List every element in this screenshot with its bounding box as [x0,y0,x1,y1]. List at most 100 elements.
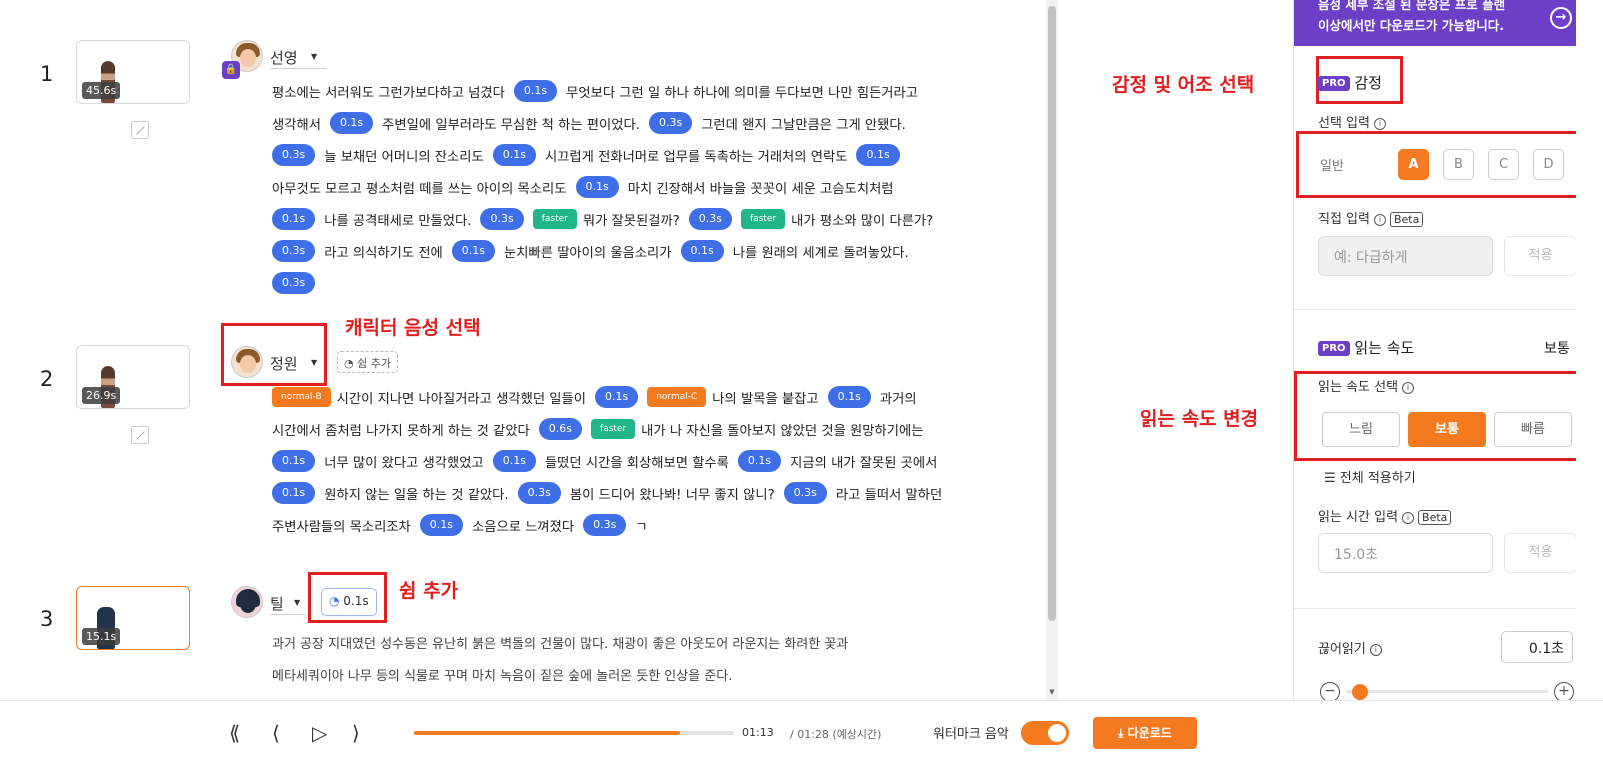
select-input-label: 선택 입력 i [1318,112,1386,131]
block-index: 2 [40,367,54,391]
speaker-name[interactable]: 선영 [270,47,298,68]
text-line[interactable]: 0.1s 나를 공격태세로 만들었다. 0.3s faster 뭐가 잘못된걸까? 0.3… [272,208,942,236]
emotion-title: PRO 감정 [1318,72,1382,93]
edit-thumbnail-icon[interactable] [131,426,149,444]
text-line[interactable]: 과거 공장 지대였던 성수동은 유난히 붉은 벽돌의 건물이 많다. 채광이 좋… [272,633,848,652]
pause-chip[interactable]: 0.3s [272,272,316,294]
text-line[interactable]: 생각해서 0.1s 주변일에 일부러라도 무심한 척 하는 편이었다. 0.3s 그런데… [272,112,915,140]
arrow-right-icon[interactable]: → [1550,7,1572,29]
pause-chip[interactable]: 0.3s [688,208,733,230]
pause-chip[interactable]: 0.1s [272,450,316,472]
plus-icon[interactable]: + [1554,682,1574,700]
pause-chip[interactable]: 0.3s [648,112,693,134]
apply-emotion-button[interactable]: 적용 [1504,236,1576,276]
pause-chip[interactable]: 0.1s [737,450,782,472]
speed-title: PRO 읽는 속도 [1318,337,1414,358]
speed-tag[interactable]: faster [741,209,786,229]
playback-progress[interactable] [414,731,734,735]
info-icon[interactable]: i [1402,381,1415,394]
pause-chip[interactable]: 0.1s [594,386,639,408]
sentence-text: 무엇보다 그런 일 하나 하나에 의미를 두다보면 나만 힘든거라고 [566,85,918,101]
text-line[interactable]: 0.3s 늘 보채던 어머니의 잔소리도 0.1s 시끄럽게 전화너머로 업무를 독촉… [272,144,909,172]
speed-tag[interactable]: faster [532,209,577,229]
pause-chip[interactable]: 0.3s [272,240,316,262]
info-icon[interactable]: i [1373,117,1386,130]
sentence-text: 내가 나 자신을 돌아보지 않았던 것을 원망하기에는 [641,423,924,439]
scroll-down-icon[interactable]: ▼ [1046,688,1058,696]
text-line[interactable]: 주변사람들의 목소리조차 0.1s 소음으로 느껴졌다 0.3s ㄱ [272,514,657,542]
pause-chip[interactable]: 0.3s [783,482,827,504]
character-thumbnail[interactable]: 15.1s [76,586,190,650]
pause-chip[interactable]: 0.1s [272,208,316,230]
apply-all-button[interactable]: ☰ 전체 적용하기 [1324,467,1416,486]
edit-thumbnail-icon[interactable] [131,121,149,139]
play-icon[interactable]: ▷ [312,721,327,745]
pause-chip[interactable]: 0.3s [480,208,524,230]
watermark-toggle[interactable] [1021,721,1069,745]
emotion-option-c[interactable]: C [1488,149,1519,180]
text-line[interactable]: 0.3s 라고 의식하기도 전에 0.1s 눈치빠른 딸아이의 울음소리가 0.1s 나를… [272,240,918,268]
pro-plan-banner[interactable]: 음성 세부 조절 된 문장은 프로 플랜 이상에서만 다운로드가 가능합니다. … [1294,0,1576,46]
voice-style-tag[interactable]: normal-B [272,387,331,407]
next-icon[interactable]: ⟩ [352,721,360,745]
pause-chip[interactable]: 0.6s [538,418,583,440]
minus-icon[interactable]: − [1320,682,1340,700]
emotion-option-d[interactable]: D [1533,149,1564,180]
scroll-thumb[interactable] [1048,6,1056,621]
voice-style-tag[interactable]: normal-C [647,387,707,407]
pause-chip[interactable]: 0.3s [517,482,561,504]
pause-value-input[interactable]: 0.1초 [1501,631,1573,663]
speed-slow-button[interactable]: 느림 [1322,412,1400,447]
duration-badge: 26.9s [82,387,121,404]
speed-tag[interactable]: faster [591,419,636,439]
text-line[interactable]: 시간에서 좀처럼 나가지 못하게 하는 것 같았다 0.6s faster 내가 나 … [272,418,932,446]
rest-add-highlight [308,572,387,623]
speed-fast-button[interactable]: 빠름 [1494,412,1572,447]
pause-chip[interactable]: 0.1s [451,240,496,262]
pause-chip[interactable]: 0.1s [492,144,536,166]
pause-chip[interactable]: 0.1s [513,80,558,102]
pause-chip[interactable]: 0.1s [827,386,871,408]
pause-chip[interactable]: 0.3s [583,514,627,536]
previous-icon[interactable]: ⟨ [272,721,280,745]
speed-normal-button[interactable]: 보통 [1408,412,1486,447]
read-time-input[interactable]: 15.0초 [1318,533,1493,573]
pause-chip[interactable]: 0.1s [492,450,536,472]
duration-badge: 45.6s [82,82,121,99]
skip-to-start-icon[interactable]: ⟪ [229,721,240,745]
chevron-down-icon[interactable]: ▼ [294,598,300,607]
text-line[interactable]: 0.3s [272,272,324,300]
info-icon[interactable]: i [1402,511,1415,524]
emotion-option-a[interactable]: A [1398,149,1429,180]
text-line[interactable]: normal-B 시간이 지나면 나아질거라고 생각했던 일들이 0.1s norma… [272,386,926,414]
pause-slider-knob[interactable] [1352,684,1369,700]
character-thumbnail[interactable]: 45.6s [76,40,190,104]
text-line[interactable]: 0.1s 너무 많이 왔다고 생각했었고 0.1s 들떴던 시간을 회상해보면 할수록… [272,450,946,478]
text-line[interactable]: 평소에는 서러워도 그런가보다하고 넘겼다 0.1s 무엇보다 그런 일 하나 하나… [272,80,927,108]
editor-scrollbar[interactable]: ▼ [1046,0,1058,700]
download-button[interactable]: ⤓ 다운로드 [1093,717,1197,749]
apply-read-time-button[interactable]: 적용 [1504,533,1576,573]
text-line[interactable]: 0.1s 원하지 않는 일을 하는 것 같았다. 0.3s 봄이 드디어 왔나봐! 너… [272,482,951,510]
pause-chip[interactable]: 0.1s [680,240,724,262]
character-thumbnail[interactable]: 26.9s [76,345,190,409]
pause-chip[interactable]: 0.1s [419,514,464,536]
current-time: 01:13 [742,726,774,739]
text-line[interactable]: 아무것도 모르고 평소처럼 떼를 쓰는 아이의 목소리도 0.1s 마치 긴장해서 … [272,176,903,204]
speaker-name[interactable]: 틸 [270,593,284,614]
add-rest-button[interactable]: ◔ 쉼 추가 [337,351,398,373]
direct-emotion-input[interactable]: 예: 다급하게 [1318,236,1493,276]
pause-chip[interactable]: 0.1s [575,176,619,198]
speaker-underline [270,68,326,69]
emotion-option-b[interactable]: B [1443,149,1474,180]
info-icon[interactable]: i [1369,643,1382,656]
pause-chip[interactable]: 0.3s [272,144,316,166]
pause-chip[interactable]: 0.1s [329,112,374,134]
speaker-avatar[interactable] [231,586,263,618]
info-icon[interactable]: i [1373,213,1386,226]
pause-slider[interactable] [1346,690,1548,693]
pause-chip[interactable]: 0.1s [272,482,316,504]
pause-chip[interactable]: 0.1s [856,144,900,166]
text-line[interactable]: 메타세쿼이아 나무 등의 식물로 꾸며 마치 녹음이 짙은 숲에 놀러온 듯한 … [272,665,732,684]
chevron-down-icon[interactable]: ▼ [311,52,317,61]
